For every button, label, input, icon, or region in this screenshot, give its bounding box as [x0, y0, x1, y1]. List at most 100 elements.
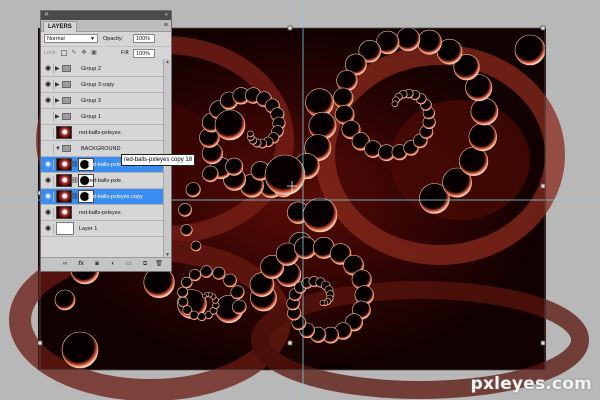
new-layer-icon[interactable]: ⧉: [141, 261, 149, 268]
opacity-input[interactable]: 100%: [133, 34, 155, 43]
ball: [302, 197, 338, 233]
scroll-up-icon[interactable]: ▲: [164, 59, 171, 66]
layer-row[interactable]: ◉ ▶ Group 3 copy: [41, 77, 163, 93]
ball: [202, 165, 219, 183]
chevron-right-icon[interactable]: ▶: [55, 81, 60, 89]
fill-input[interactable]: 100%: [133, 49, 155, 58]
fill-label: Fill:: [121, 50, 130, 56]
layer-name: red-balls-pxleyes: [79, 210, 121, 216]
lock-all-icon[interactable]: ▣: [91, 50, 97, 56]
opacity-label: Opacity:: [103, 36, 124, 42]
ball: [459, 146, 489, 176]
layer-name: Group 2: [81, 66, 101, 72]
eye-icon[interactable]: [43, 112, 54, 122]
layer-row[interactable]: ◉ ▶ Group 2: [41, 61, 163, 77]
ball: [333, 87, 354, 109]
collapse-icon[interactable]: «: [165, 11, 168, 19]
watermark-logo: pxleyes.com: [470, 374, 592, 394]
ball: [178, 203, 192, 217]
layer-thumbnail[interactable]: [56, 222, 74, 235]
lock-label: Lock:: [44, 50, 58, 56]
layer-thumbnail[interactable]: [56, 190, 72, 203]
folder-icon: [62, 65, 71, 72]
ball: [61, 331, 99, 369]
eye-icon[interactable]: ◉: [43, 96, 54, 106]
eye-icon[interactable]: ◉: [43, 208, 54, 218]
panel-titlebar[interactable]: ✕ «: [41, 11, 171, 20]
layer-row[interactable]: ◉ ⛓ red-balls-pxleyes copy: [41, 189, 163, 205]
layer-name: red-balls-pxleyes copy: [88, 194, 143, 200]
ball: [202, 293, 207, 299]
blend-opacity-row: Normal ▼ Opacity: 100%: [41, 32, 171, 47]
layer-name: red-balls-pxleyes: [79, 130, 121, 136]
ball: [417, 29, 442, 55]
ball: [264, 154, 306, 196]
layer-name: Group 1: [81, 114, 101, 120]
ball: [54, 289, 76, 311]
photoshop-workspace: ✕ « LAYERS ≡ Normal ▼ Opacity: 100% Lock…: [0, 0, 600, 400]
layer-row[interactable]: ▶ Group 1: [41, 109, 163, 125]
layer-thumbnail[interactable]: [56, 206, 72, 219]
trash-icon[interactable]: 🗑: [155, 261, 163, 268]
ball: [336, 69, 358, 92]
ball: [180, 224, 193, 237]
chevron-right-icon[interactable]: ▶: [55, 65, 60, 73]
eye-icon[interactable]: [43, 144, 54, 154]
layer-row[interactable]: ◉ ⛓ red-balls-pxle: [41, 173, 163, 189]
folder-icon: [62, 145, 71, 152]
layer-row[interactable]: ◉ red-balls-pxleyes: [41, 205, 163, 221]
ball: [200, 265, 213, 278]
ball: [181, 276, 193, 289]
folder-icon: [62, 113, 71, 120]
ball: [177, 286, 189, 298]
panel-tabbar: LAYERS ≡: [41, 20, 171, 32]
layer-thumbnail[interactable]: [56, 174, 72, 187]
panel-menu-icon[interactable]: ≡: [164, 21, 168, 30]
layers-panel[interactable]: ✕ « LAYERS ≡ Normal ▼ Opacity: 100% Lock…: [40, 10, 172, 272]
eye-icon[interactable]: [43, 128, 54, 138]
eye-icon[interactable]: ◉: [43, 176, 54, 186]
layer-thumbnail[interactable]: [56, 126, 72, 139]
link-layers-icon[interactable]: ∞: [61, 261, 69, 268]
layer-row[interactable]: red-balls-pxleyes: [41, 125, 163, 141]
folder-icon: [62, 81, 71, 88]
eye-icon[interactable]: ◉: [43, 192, 54, 202]
ball: [247, 130, 254, 138]
lock-pixels-icon[interactable]: ✎: [71, 50, 77, 56]
ball: [470, 97, 499, 126]
layer-name: red-balls-pxle: [88, 178, 122, 184]
ball: [396, 27, 421, 52]
layer-name: Group 3 copy: [81, 82, 115, 88]
layer-name: BACKGROUND: [81, 146, 121, 152]
eye-icon[interactable]: ◉: [43, 160, 54, 170]
layer-name: Group 3: [81, 98, 101, 104]
layer-thumbnail[interactable]: [56, 158, 72, 171]
chevron-down-icon[interactable]: ▼: [55, 145, 61, 153]
close-icon[interactable]: ✕: [44, 12, 49, 19]
ball: [190, 240, 202, 252]
ball: [223, 273, 237, 288]
ball: [185, 182, 201, 198]
ball: [391, 100, 399, 108]
blend-mode-select[interactable]: Normal ▼: [44, 34, 98, 43]
folder-icon: [62, 97, 71, 104]
tab-layers[interactable]: LAYERS: [43, 21, 77, 32]
eye-icon[interactable]: ◉: [43, 64, 54, 74]
new-group-icon[interactable]: ▭: [125, 261, 133, 268]
ball: [189, 310, 199, 320]
ball: [214, 109, 246, 141]
chevron-right-icon[interactable]: ▶: [55, 113, 60, 121]
adjustment-layer-icon[interactable]: ◐: [109, 261, 117, 268]
layer-row[interactable]: ◉ Layer 1: [41, 221, 163, 237]
eye-icon[interactable]: ◉: [43, 224, 54, 234]
lock-transparency-icon[interactable]: [61, 50, 67, 56]
fx-icon[interactable]: fx: [77, 261, 85, 268]
lock-position-icon[interactable]: ✥: [81, 50, 87, 56]
add-mask-icon[interactable]: ◙: [93, 261, 101, 268]
panel-footer: ∞ fx ◙ ◐ ▭ ⧉ 🗑: [41, 257, 171, 271]
eye-icon[interactable]: ◉: [43, 80, 54, 90]
layer-row[interactable]: ◉ ▶ Group 3: [41, 93, 163, 109]
blend-mode-value: Normal: [47, 36, 65, 42]
ball: [225, 157, 244, 176]
chevron-right-icon[interactable]: ▶: [55, 97, 60, 105]
